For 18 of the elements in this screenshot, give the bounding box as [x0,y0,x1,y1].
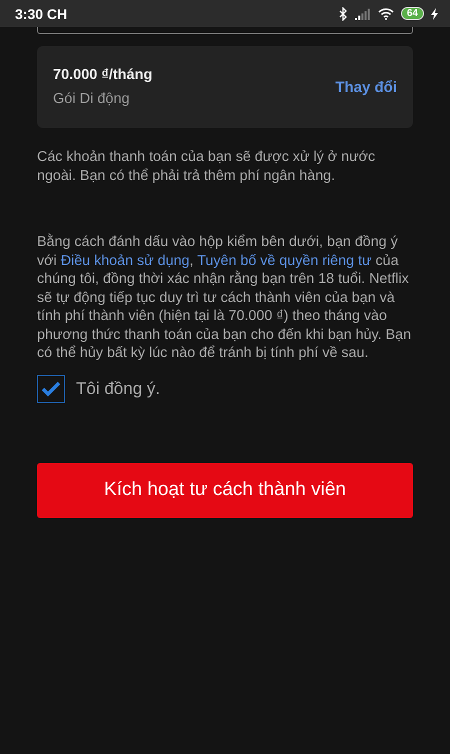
payment-notice: Các khoản thanh toán của bạn sẽ được xử lý ở nước ngoài. Bạn có thể phải trả thêm phí ngân hàng. [37,148,376,185]
charging-icon [431,8,438,20]
plan-price: 70.000 ₫/tháng [53,67,152,83]
change-link[interactable]: Thay đổi [335,78,397,96]
activate-button[interactable]: Kích hoạt tư cách thành viên [37,462,413,518]
signal-icon [354,8,371,20]
battery-level: 64 [400,7,424,20]
terms-link[interactable]: Tuyên bố về quyền riêng tư [197,252,372,268]
plan-name: Gói Di động [53,91,131,107]
bluetooth-icon [338,6,348,20]
input-field[interactable] [37,27,413,34]
wifi-icon [378,8,394,20]
terms-link[interactable]: Điều khoản sử dụng [60,252,190,268]
agree-label: Tôi đồng ý. [76,378,160,398]
agree-checkbox[interactable] [37,374,65,402]
consent-text: Bằng cách đánh dấu vào hộp kiểm bên dưới, bạn đồng ý với Điều khoản sử dụng, Tuyên bố về quyền riêng tư của chúng tôi, đồng thời xác nhận rằng bạn trên 18 tuổi. Netflix sẽ tự động tiếp tục duy trì tư cách thành viên của bạn và tính phí thành viên (hiện tại là 70.000 ₫) theo tháng vào phương thức thanh toán của bạn cho đến khi bạn hủy. Bạn có thể hủy bất kỳ lúc nào để tránh bị tính phí về sau. [37,233,412,362]
check-icon [41,380,61,396]
status-time: 3:30 CH [15,6,68,22]
